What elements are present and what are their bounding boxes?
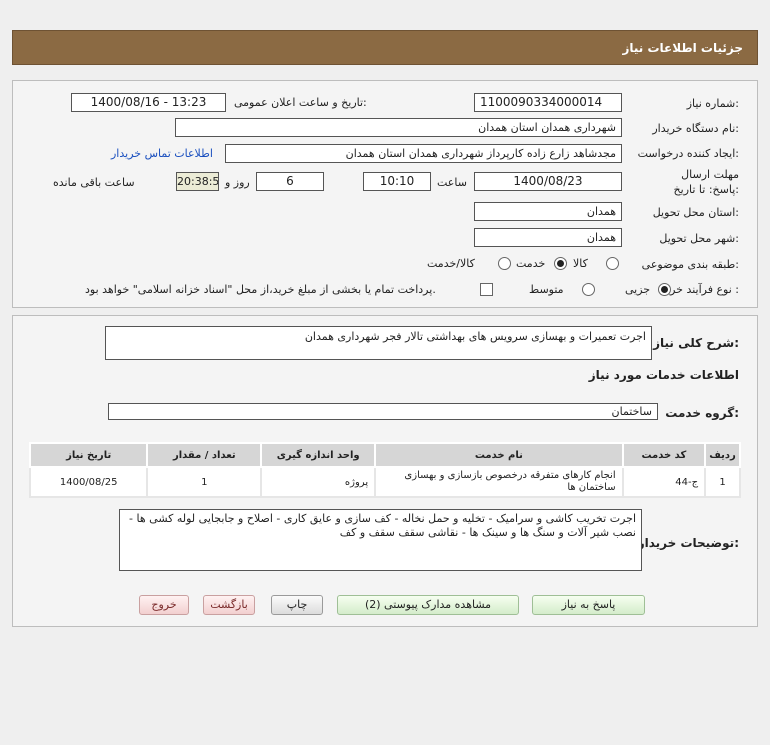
process-option-minor: جزیی xyxy=(625,283,651,296)
need-number-field: 1100090334000014 xyxy=(474,93,622,112)
exit-button[interactable]: خروج xyxy=(139,595,189,615)
back-button[interactable]: بازگشت xyxy=(203,595,255,615)
remaining-days-label: روز و xyxy=(225,176,250,189)
category-radio-goods[interactable] xyxy=(606,257,619,270)
category-option-goods: کالا xyxy=(573,257,588,270)
cell-service-code: ج-44 xyxy=(621,466,707,498)
buyer-contact-link[interactable]: اطلاعات تماس خریدار xyxy=(111,147,213,160)
table-header-row: تاریخ نیاز تعداد / مقدار واحد اندازه گیر… xyxy=(28,442,741,468)
reply-button[interactable]: پاسخ به نیاز xyxy=(532,595,645,615)
deadline-time-field: 10:10 xyxy=(363,172,431,191)
services-table: تاریخ نیاز تعداد / مقدار واحد اندازه گیر… xyxy=(28,442,741,498)
process-label: نوع فرآیند خرید : xyxy=(661,283,739,296)
buyer-notes-label: توضیحات خریدار: xyxy=(637,536,739,550)
treasury-payment-checkbox[interactable] xyxy=(480,283,493,296)
announce-field: 1400/08/16 - 13:23 xyxy=(71,93,226,112)
process-radio-minor[interactable] xyxy=(658,283,671,296)
deadline-label: مهلت ارسال پاسخ: تا تاریخ: xyxy=(673,168,739,196)
province-label: استان محل تحویل: xyxy=(652,206,739,219)
cell-quantity: 1 xyxy=(146,466,263,498)
col-header-date: تاریخ نیاز xyxy=(28,442,149,468)
col-header-quantity: تعداد / مقدار xyxy=(146,442,263,468)
page-title: جزئیات اطلاعات نیاز xyxy=(622,41,743,55)
services-section-title: اطلاعات خدمات مورد نیاز xyxy=(588,368,739,382)
category-option-goods-service: کالا/خدمت xyxy=(427,257,475,270)
buyer-org-label: نام دستگاه خریدار: xyxy=(652,122,739,135)
print-button[interactable]: چاپ xyxy=(271,595,323,615)
category-label: طبقه بندی موضوعی: xyxy=(641,258,739,271)
remaining-time-label: ساعت باقی مانده xyxy=(53,176,135,189)
announce-label: تاریخ و ساعت اعلان عمومی: xyxy=(234,96,367,109)
creator-field: مجدشاهد زارع زاده کارپرداز شهرداری همدان… xyxy=(225,144,622,163)
category-radio-service[interactable] xyxy=(554,257,567,270)
col-header-service-code: کد خدمت xyxy=(621,442,707,468)
city-label: شهر محل تحویل: xyxy=(659,232,739,245)
summary-field: اجرت تعمیرات و بهسازی سرویس های بهداشتی … xyxy=(105,326,652,360)
need-details-panel: شرح کلی نیاز: اجرت تعمیرات و بهسازی سروی… xyxy=(12,315,758,627)
deadline-date-field: 1400/08/23 xyxy=(474,172,622,191)
need-info-panel: شماره نیاز: 1100090334000014 تاریخ و ساع… xyxy=(12,80,758,308)
attachments-button[interactable]: مشاهده مدارک پیوستی (2) xyxy=(337,595,519,615)
process-radio-medium[interactable] xyxy=(582,283,595,296)
process-option-medium: متوسط xyxy=(529,283,564,296)
cell-date: 1400/08/25 xyxy=(28,466,149,498)
remaining-days-field: 6 xyxy=(256,172,324,191)
treasury-payment-note: پرداخت تمام یا بخشی از مبلغ خرید،از محل … xyxy=(85,283,436,296)
remaining-time-field: 20:38:54 xyxy=(176,172,219,191)
col-header-service-name: نام خدمت xyxy=(374,442,624,468)
col-header-unit: واحد اندازه گیری xyxy=(260,442,377,468)
summary-label: شرح کلی نیاز: xyxy=(653,336,739,350)
province-field: همدان xyxy=(474,202,622,221)
creator-label: ایجاد کننده درخواست: xyxy=(637,147,739,160)
cell-service-name: انجام کارهای متفرقه درخصوص بازسازی و بهس… xyxy=(374,466,624,498)
page-header: جزئیات اطلاعات نیاز xyxy=(12,30,758,65)
cell-unit: پروژه xyxy=(260,466,377,498)
col-header-row: ردیف xyxy=(704,442,741,468)
service-group-label: گروه خدمت: xyxy=(665,406,739,420)
category-option-service: خدمت xyxy=(516,257,546,270)
city-field: همدان xyxy=(474,228,622,247)
table-row: 1400/08/25 1 پروژه انجام کارهای متفرقه د… xyxy=(28,466,741,498)
need-number-label: شماره نیاز: xyxy=(686,97,739,110)
buyer-notes-field: اجرت تخریب کاشی و سرامیک - تخلیه و حمل ن… xyxy=(119,509,642,571)
deadline-time-label: ساعت xyxy=(437,176,467,189)
cell-row-number: 1 xyxy=(704,466,741,498)
buyer-org-field: شهرداری همدان استان همدان xyxy=(175,118,622,137)
service-group-field: ساختمان xyxy=(108,403,658,420)
category-radio-goods-service[interactable] xyxy=(498,257,511,270)
